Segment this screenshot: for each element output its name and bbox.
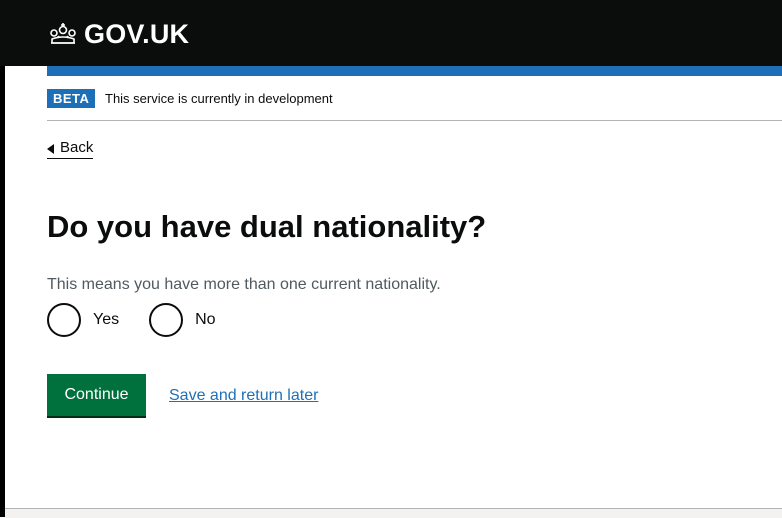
save-and-return-link[interactable]: Save and return later — [169, 385, 318, 407]
govuk-logo-link[interactable]: GOV.UK — [48, 18, 189, 50]
crown-icon — [48, 21, 84, 47]
radio-yes-label[interactable]: Yes — [93, 311, 119, 329]
continue-button[interactable]: Continue — [47, 374, 146, 416]
site-header: GOV.UK — [0, 0, 782, 66]
page-title: Do you have dual nationality? — [47, 209, 487, 244]
radio-yes[interactable] — [47, 303, 81, 337]
back-link[interactable]: Back — [47, 138, 94, 159]
header-accent-bar — [47, 66, 782, 76]
page-frame — [0, 0, 782, 517]
phase-banner: BETA This service is currently in develo… — [47, 87, 782, 121]
logo-text: GOV.UK — [84, 18, 190, 49]
radio-option-yes[interactable]: Yes — [47, 303, 119, 337]
radio-option-no[interactable]: No — [149, 303, 216, 337]
radio-group: Yes No — [47, 303, 246, 337]
radio-no-label[interactable]: No — [195, 311, 215, 329]
question-hint: This means you have more than one curren… — [47, 276, 441, 293]
radio-no[interactable] — [149, 303, 184, 337]
phase-banner-text: This service is currently in development — [105, 91, 333, 106]
phase-tag: BETA — [47, 89, 96, 108]
